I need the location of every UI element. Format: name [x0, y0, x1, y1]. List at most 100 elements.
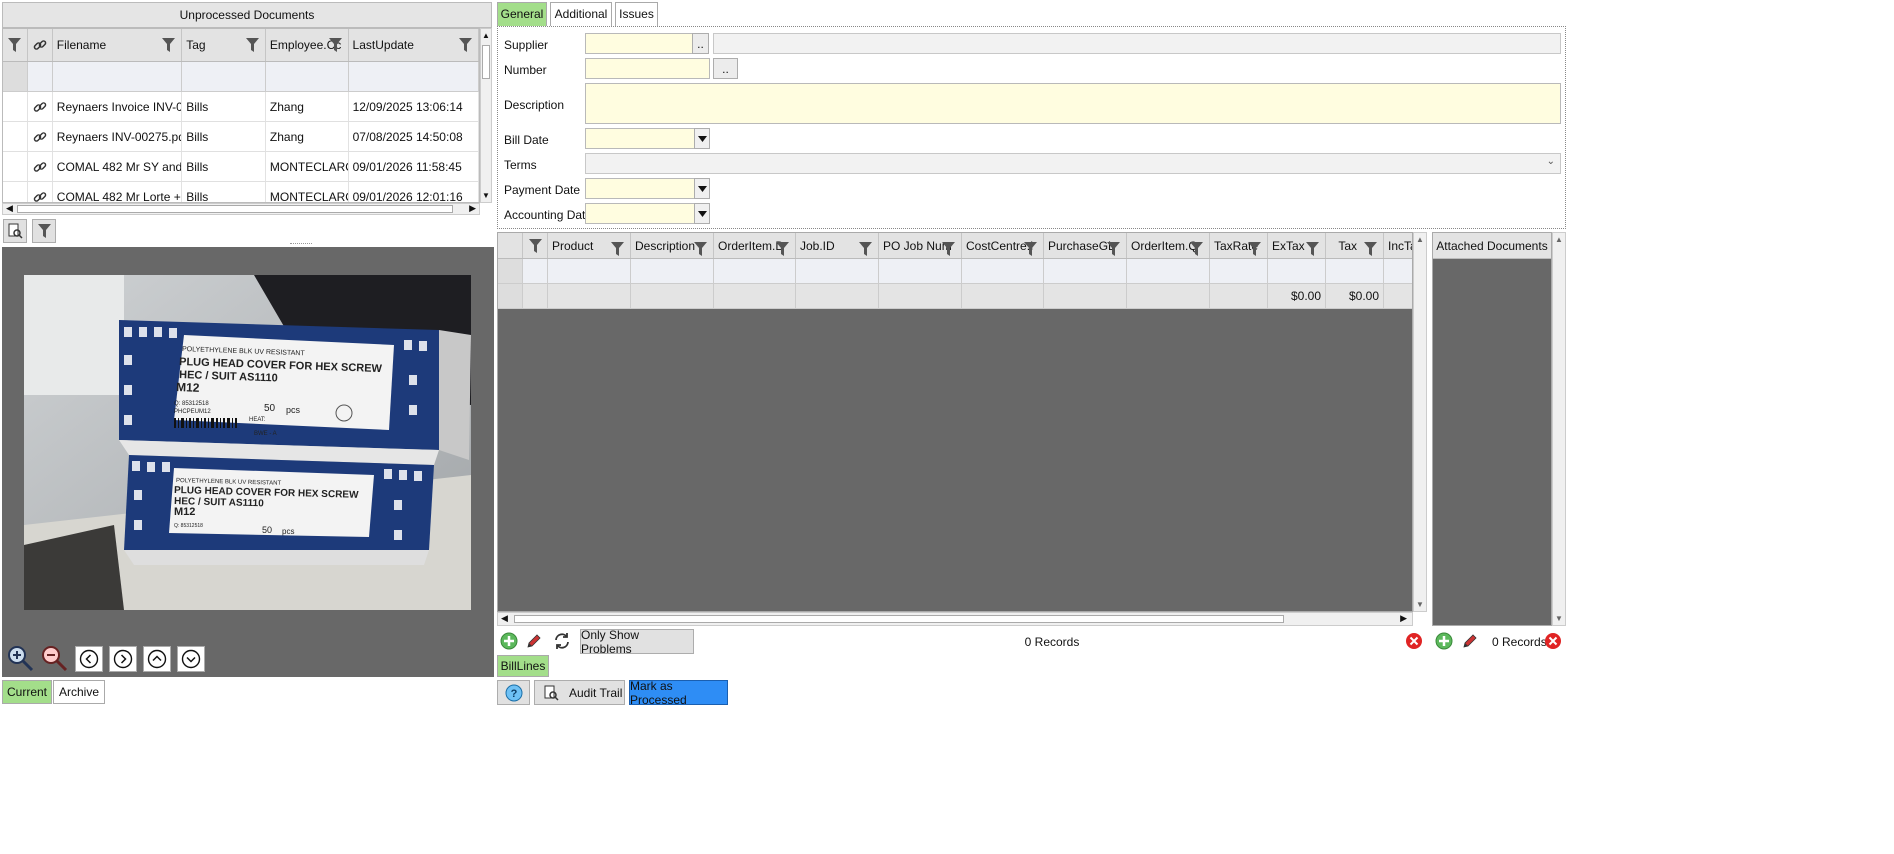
- filter-icon[interactable]: [459, 38, 472, 52]
- scroll-thumb[interactable]: [482, 45, 490, 79]
- scroll-down-icon[interactable]: ▼: [1555, 614, 1563, 623]
- filter-icon[interactable]: [1190, 242, 1203, 256]
- table-row[interactable]: COMAL 482 Mr Lorte +.pdfBillsMONTECLARO0…: [3, 182, 479, 202]
- number-lookup-button[interactable]: ..: [713, 58, 738, 79]
- description-field[interactable]: [585, 83, 1561, 124]
- column-header[interactable]: OrderItem.D: [714, 233, 796, 258]
- scroll-right-icon[interactable]: ▶: [469, 203, 476, 214]
- column-header[interactable]: Product: [548, 233, 631, 258]
- table-row[interactable]: Reynaers Invoice INV-00783 (BillsZhang12…: [3, 92, 479, 122]
- help-button[interactable]: ?: [497, 680, 530, 705]
- scroll-left-icon[interactable]: ◀: [6, 203, 13, 214]
- refresh-button[interactable]: [552, 631, 574, 653]
- column-header[interactable]: TaxRate: [1210, 233, 1268, 258]
- scroll-thumb[interactable]: [514, 615, 1284, 623]
- mark-as-processed-button[interactable]: Mark as Processed: [629, 679, 728, 707]
- bill-lines-vertical-scrollbar[interactable]: ▲ ▼: [1413, 232, 1427, 612]
- bill-lines-horizontal-scrollbar[interactable]: ◀ ▶: [497, 612, 1413, 626]
- terms-select[interactable]: ⌄: [585, 153, 1561, 174]
- tab-issues[interactable]: Issues: [615, 2, 658, 26]
- column-header[interactable]: Tax: [1326, 233, 1384, 258]
- column-header-employee[interactable]: Employee.Cc: [266, 29, 349, 61]
- filter-row[interactable]: [3, 62, 479, 92]
- filter-icon[interactable]: [776, 242, 789, 256]
- delete-attachment-button[interactable]: [1544, 632, 1564, 652]
- bill-date-dropdown[interactable]: [694, 128, 710, 149]
- scroll-up-button[interactable]: [143, 646, 171, 672]
- column-header[interactable]: Job.ID: [796, 233, 879, 258]
- column-header[interactable]: IncTa: [1384, 233, 1412, 258]
- supplier-lookup-button[interactable]: ..: [692, 33, 709, 54]
- filter-icon[interactable]: [611, 242, 624, 256]
- column-header[interactable]: CostCentre.I: [962, 233, 1044, 258]
- number-field[interactable]: [585, 58, 710, 79]
- scroll-left-icon[interactable]: ◀: [501, 613, 508, 624]
- column-header-tag[interactable]: Tag: [182, 29, 266, 61]
- column-header[interactable]: PurchaseGL: [1044, 233, 1127, 258]
- zoom-out-button[interactable]: [40, 645, 68, 672]
- column-header[interactable]: ExTax: [1268, 233, 1326, 258]
- row-selector[interactable]: [3, 92, 28, 121]
- filter-toggle-icon[interactable]: [523, 233, 548, 258]
- payment-date-field[interactable]: [585, 178, 695, 199]
- add-attachment-button[interactable]: [1435, 632, 1455, 652]
- next-page-button[interactable]: [109, 646, 137, 672]
- filter-toggle-icon[interactable]: [3, 29, 28, 61]
- filter-icon[interactable]: [859, 242, 872, 256]
- column-header[interactable]: Description: [631, 233, 714, 258]
- scroll-up-icon[interactable]: ▲: [482, 31, 490, 40]
- tab-additional[interactable]: Additional: [550, 2, 612, 26]
- accounting-date-dropdown[interactable]: [694, 203, 710, 224]
- edit-line-button[interactable]: [525, 632, 545, 652]
- filter-icon[interactable]: [942, 242, 955, 256]
- zoom-in-button[interactable]: [6, 645, 34, 672]
- filter-icon[interactable]: [162, 38, 176, 52]
- filter-icon[interactable]: [1248, 242, 1261, 256]
- tab-billlines[interactable]: BillLines: [497, 655, 549, 677]
- scroll-thumb[interactable]: [17, 205, 453, 213]
- supplier-name-field[interactable]: [713, 33, 1561, 54]
- previous-page-button[interactable]: [75, 646, 103, 672]
- scroll-right-icon[interactable]: ▶: [1400, 613, 1407, 624]
- filter-icon[interactable]: [1364, 242, 1377, 256]
- filter-icon[interactable]: [1306, 242, 1319, 256]
- column-header[interactable]: OrderItem.Q: [1127, 233, 1210, 258]
- preview-document-button[interactable]: [3, 219, 27, 243]
- scroll-down-button[interactable]: [177, 646, 205, 672]
- scroll-up-icon[interactable]: ▲: [1555, 235, 1563, 244]
- column-header-lastupdate[interactable]: LastUpdate: [349, 29, 479, 61]
- documents-horizontal-scrollbar[interactable]: ◀ ▶: [2, 203, 480, 215]
- filter-icon[interactable]: [328, 38, 342, 52]
- scroll-up-icon[interactable]: ▲: [1416, 235, 1424, 244]
- scroll-down-icon[interactable]: ▼: [1416, 600, 1424, 609]
- add-line-button[interactable]: [500, 632, 520, 652]
- tab-current[interactable]: Current: [2, 680, 52, 704]
- row-selector[interactable]: [3, 152, 28, 181]
- filter-icon[interactable]: [1107, 242, 1120, 256]
- link-icon[interactable]: [28, 122, 53, 151]
- bill-lines-filter-row[interactable]: [498, 259, 1412, 284]
- link-icon[interactable]: [28, 182, 53, 202]
- link-icon[interactable]: [28, 152, 53, 181]
- row-selector[interactable]: [3, 122, 28, 151]
- payment-date-dropdown[interactable]: [694, 178, 710, 199]
- table-row[interactable]: Reynaers INV-00275.pdf Bills Zhang 07/08/20…: [3, 122, 479, 152]
- audit-trail-button[interactable]: Audit Trail: [534, 680, 625, 705]
- link-icon[interactable]: [28, 92, 53, 121]
- scroll-down-icon[interactable]: ▼: [482, 191, 490, 200]
- delete-line-button[interactable]: [1405, 632, 1425, 652]
- column-header[interactable]: PO Job Num: [879, 233, 962, 258]
- supplier-code-field[interactable]: [585, 33, 693, 54]
- tab-archive[interactable]: Archive: [53, 680, 105, 704]
- filter-icon[interactable]: [694, 242, 707, 256]
- row-selector[interactable]: [3, 182, 28, 202]
- edit-attachment-button[interactable]: [1461, 632, 1481, 652]
- accounting-date-field[interactable]: [585, 203, 695, 224]
- filter-button[interactable]: [32, 219, 56, 243]
- documents-vertical-scrollbar[interactable]: ▲ ▼: [480, 28, 492, 203]
- table-row[interactable]: COMAL 482 Mr SY and Mr RiBillsMONTECLARO…: [3, 152, 479, 182]
- filter-icon[interactable]: [245, 38, 259, 52]
- column-header-filename[interactable]: Filename: [53, 29, 183, 61]
- tab-general[interactable]: General: [497, 2, 547, 26]
- only-show-problems-button[interactable]: Only Show Problems: [580, 628, 694, 656]
